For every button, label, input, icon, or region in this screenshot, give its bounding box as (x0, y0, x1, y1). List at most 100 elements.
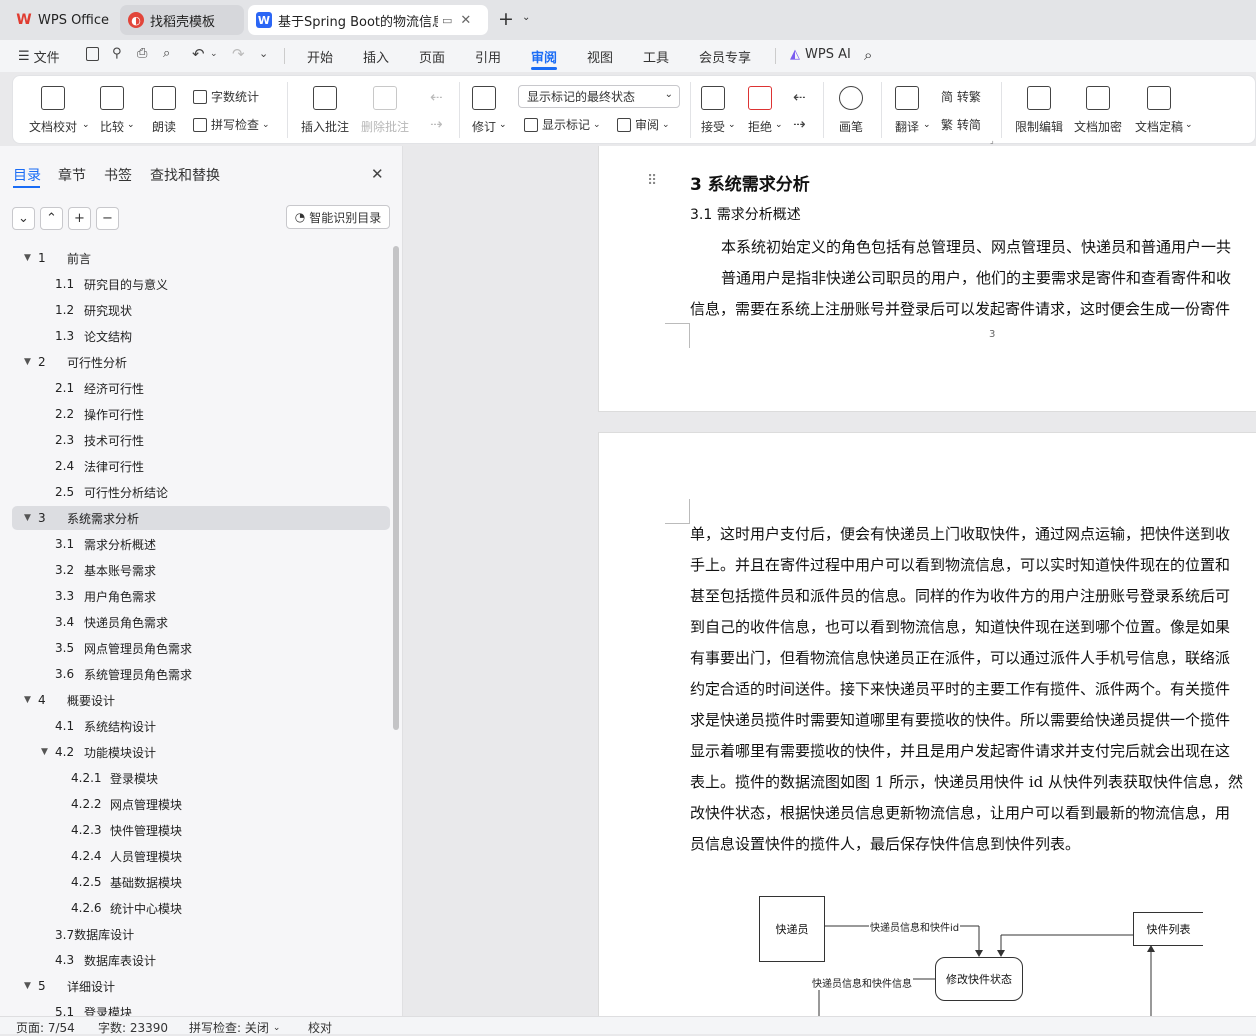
more-quick-icon[interactable]: ⌄ (259, 47, 268, 60)
read-aloud-button[interactable]: 朗读 (152, 86, 176, 135)
toc-item[interactable]: 4.2.6 统计中心模块 (12, 896, 390, 920)
expand-triangle-icon[interactable]: ▼ (24, 253, 31, 263)
toc-item[interactable]: 5.1 登录模块 (12, 1000, 390, 1016)
toc-item[interactable]: 4.2.2 网点管理模块 (12, 792, 390, 816)
insert-comment-button[interactable]: 插入批注 (301, 86, 349, 135)
toc-item[interactable]: 3.1 需求分析概述 (12, 532, 390, 556)
next-comment-icon[interactable]: ⇢ (430, 115, 443, 133)
reject-button[interactable]: 拒绝 (748, 86, 772, 135)
screen-icon[interactable]: ▭ (442, 14, 452, 27)
print-preview-icon[interactable]: ⌕ (163, 46, 170, 61)
translate-button[interactable]: 翻译 (895, 86, 919, 135)
drag-handle-icon[interactable]: ⠿ (647, 173, 657, 189)
proof-status[interactable]: 校对 (308, 1019, 332, 1036)
print-icon[interactable]: ⎙ (137, 46, 147, 61)
dropdown-chevron-icon[interactable]: ⌄ (82, 120, 90, 130)
menu-view[interactable]: 视图 (587, 47, 613, 66)
toc-item[interactable]: 2.3 技术可行性 (12, 428, 390, 452)
menu-tools[interactable]: 工具 (643, 47, 669, 66)
expand-triangle-icon[interactable]: ▼ (24, 981, 31, 991)
tab-document[interactable]: W 基于Spring Boot的物流信息管 ▭ ✕ (248, 5, 488, 35)
dropdown-chevron-icon[interactable]: ⌄ (728, 120, 736, 130)
smart-toc-button[interactable]: ◔ 智能识别目录 (286, 205, 390, 229)
toc-item[interactable]: ▼ 1 前言 (12, 246, 390, 270)
expand-triangle-icon[interactable]: ▼ (41, 747, 48, 757)
close-pane-icon[interactable]: ✕ (371, 165, 384, 183)
tab-template[interactable]: ◐ 找稻壳模板 (120, 5, 244, 35)
delete-comment-button[interactable]: 删除批注 (361, 86, 409, 135)
toc-item[interactable]: ▼ 4.2 功能模块设计 (12, 740, 390, 764)
word-count-button[interactable]: 字数统计 (193, 88, 259, 105)
pen-button[interactable]: 画笔 (839, 86, 863, 135)
tab-toc[interactable]: 目录 (13, 165, 41, 185)
accept-button[interactable]: 接受 (701, 86, 725, 135)
toc-item[interactable]: ▼ 5 详细设计 (12, 974, 390, 998)
tab-bookmarks[interactable]: 书签 (104, 165, 132, 185)
spell-check-status[interactable]: 拼写检查: 关闭 ⌄ (189, 1019, 280, 1036)
toc-item[interactable]: 1.1 研究目的与意义 (12, 272, 390, 296)
toc-item[interactable]: 3.7数据库设计 (12, 922, 390, 946)
toc-item[interactable]: 3.5 网点管理员角色需求 (12, 636, 390, 660)
link-icon[interactable]: ⚲ (112, 46, 122, 61)
add-heading-button[interactable]: + (68, 207, 91, 230)
save-icon[interactable] (86, 47, 99, 61)
tab-wps-office[interactable]: W WPS Office (8, 5, 118, 35)
review-pane-button[interactable]: 审阅 ⌄ (617, 116, 670, 133)
dropdown-chevron-icon[interactable]: ⌄ (127, 120, 135, 130)
toc-item[interactable]: ▼ 3 系统需求分析 (12, 506, 390, 530)
menu-reference[interactable]: 引用 (475, 47, 501, 66)
expand-triangle-icon[interactable]: ▼ (24, 695, 31, 705)
prev-change-icon[interactable]: ⇠ (793, 88, 806, 106)
new-tab-plus-icon[interactable]: + (498, 8, 514, 30)
toc-item[interactable]: 4.2.4 人员管理模块 (12, 844, 390, 868)
to-traditional-button[interactable]: 简 转繁 (941, 88, 981, 105)
search-icon[interactable]: ⌕ (864, 46, 872, 64)
redo-icon[interactable]: ↷ (232, 45, 245, 63)
encrypt-button[interactable]: 文档加密 (1074, 86, 1122, 135)
next-change-icon[interactable]: ⇢ (793, 115, 806, 133)
toc-item[interactable]: 4.3 数据库表设计 (12, 948, 390, 972)
finalize-button[interactable]: 文档定稿 (1135, 86, 1183, 135)
dropdown-chevron-icon[interactable]: ⌄ (499, 120, 507, 130)
toc-item[interactable]: ▼ 2 可行性分析 (12, 350, 390, 374)
toc-item[interactable]: 3.2 基本账号需求 (12, 558, 390, 582)
toc-item[interactable]: 2.2 操作可行性 (12, 402, 390, 426)
doc-check-button[interactable]: 文档校对 (29, 86, 77, 135)
markup-state-select[interactable]: 显示标记的最终状态 ⌄ (518, 85, 680, 108)
toc-item[interactable]: ▼ 4 概要设计 (12, 688, 390, 712)
toc-item[interactable]: 4.1 系统结构设计 (12, 714, 390, 738)
close-tab-icon[interactable]: ✕ (460, 13, 471, 28)
undo-dropdown-icon[interactable]: ⌄ (210, 49, 218, 59)
wps-ai-button[interactable]: ◭ WPS AI (790, 47, 851, 62)
file-menu[interactable]: ☰ 文件 (18, 47, 60, 66)
compare-button[interactable]: 比较 (100, 86, 124, 135)
page-indicator[interactable]: 页面: 7/54 (16, 1019, 75, 1036)
show-markup-button[interactable]: 显示标记 ⌄ (524, 116, 601, 133)
menu-review[interactable]: 审阅 (531, 47, 557, 66)
pane-scrollbar[interactable] (393, 246, 399, 730)
undo-icon[interactable]: ↶ (192, 45, 205, 63)
remove-heading-button[interactable]: − (96, 207, 119, 230)
menu-member[interactable]: 会员专享 (699, 47, 751, 66)
word-count-status[interactable]: 字数: 23390 (98, 1019, 168, 1036)
revise-button[interactable]: 修订 (472, 86, 496, 135)
toc-item[interactable]: 3.6 系统管理员角色需求 (12, 662, 390, 686)
restrict-edit-button[interactable]: 限制编辑 (1015, 86, 1063, 135)
toc-item[interactable]: 2.5 可行性分析结论 (12, 480, 390, 504)
toc-item[interactable]: 4.2.3 快件管理模块 (12, 818, 390, 842)
prev-comment-icon[interactable]: ⇠ (430, 88, 443, 106)
tab-chapters[interactable]: 章节 (58, 165, 86, 185)
spell-check-button[interactable]: 拼写检查 ⌄ (193, 116, 270, 133)
dropdown-chevron-icon[interactable]: ⌄ (1185, 120, 1193, 130)
toc-item[interactable]: 2.1 经济可行性 (12, 376, 390, 400)
toc-item[interactable]: 2.4 法律可行性 (12, 454, 390, 478)
tab-list-chevron-icon[interactable]: ⌄ (522, 12, 530, 23)
toc-item[interactable]: 3.3 用户角色需求 (12, 584, 390, 608)
toc-item[interactable]: 3.4 快递员角色需求 (12, 610, 390, 634)
menu-start[interactable]: 开始 (307, 47, 333, 66)
tab-find-replace[interactable]: 查找和替换 (150, 165, 220, 185)
expand-triangle-icon[interactable]: ▼ (24, 513, 31, 523)
dropdown-chevron-icon[interactable]: ⌄ (775, 120, 783, 130)
expand-corner-icon[interactable]: ⌟ (990, 136, 994, 145)
collapse-all-button[interactable]: ⌄ (12, 207, 35, 230)
